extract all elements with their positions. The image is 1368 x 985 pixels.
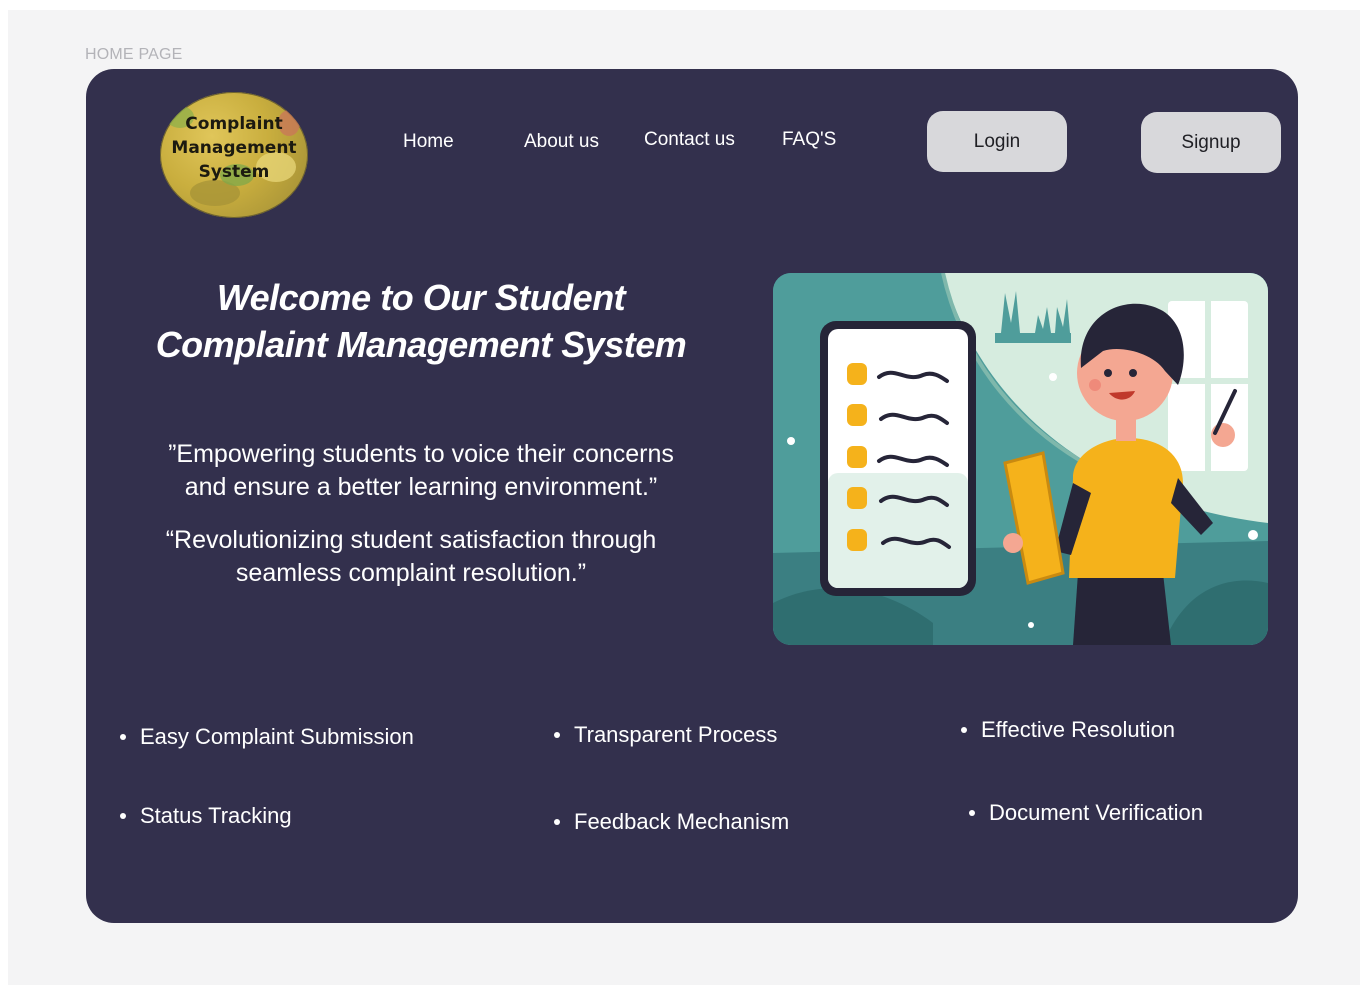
hero-quote-2: “Revolutionizing student satisfaction th… <box>116 524 706 590</box>
hero-illustration-svg <box>773 273 1268 645</box>
feature-label: Effective Resolution <box>981 717 1176 742</box>
frame-label: HOME PAGE <box>85 46 183 63</box>
quote-line: ”Empowering students to voice their conc… <box>168 440 674 468</box>
nav-contact-link[interactable]: Contact us <box>644 129 735 151</box>
bullet-icon <box>120 734 126 740</box>
hero-title-line: Welcome to Our Student <box>216 277 626 318</box>
feature-label: Document Verification <box>989 800 1203 825</box>
nav-faq-link[interactable]: FAQ'S <box>782 129 836 151</box>
nav-about-link[interactable]: About us <box>524 131 599 153</box>
logo-line: System <box>198 162 270 182</box>
feature-item: Document Verification <box>969 800 1203 826</box>
nav-home-link[interactable]: Home <box>403 131 454 153</box>
bullet-icon <box>969 810 975 816</box>
feature-label: Transparent Process <box>574 722 778 747</box>
quote-line: seamless complaint resolution.” <box>235 559 587 587</box>
quote-line: “Revolutionizing student satisfaction th… <box>165 526 657 554</box>
logo[interactable]: Complaint Management System <box>160 92 308 218</box>
feature-label: Status Tracking <box>140 803 292 828</box>
feature-item: Feedback Mechanism <box>554 809 789 835</box>
logo-text: Complaint Management System <box>160 112 308 184</box>
hero-title-line: Complaint Management System <box>155 324 687 365</box>
feature-item: Status Tracking <box>120 803 292 829</box>
quote-line: and ensure a better learning environment… <box>184 473 658 501</box>
signup-button[interactable]: Signup <box>1141 112 1281 173</box>
bullet-icon <box>554 732 560 738</box>
hero-title: Welcome to Our Student Complaint Managem… <box>126 274 716 368</box>
bullet-icon <box>961 727 967 733</box>
feature-item: Easy Complaint Submission <box>120 724 414 750</box>
logo-line: Management <box>171 138 297 158</box>
bullet-icon <box>120 813 126 819</box>
feature-item: Effective Resolution <box>961 717 1175 743</box>
hero-illustration <box>773 273 1268 645</box>
feature-label: Feedback Mechanism <box>574 809 790 834</box>
login-button[interactable]: Login <box>927 111 1067 172</box>
feature-label: Easy Complaint Submission <box>140 724 414 749</box>
logo-line: Complaint <box>185 114 283 134</box>
home-page-frame: Complaint Management System Home About u… <box>86 69 1298 923</box>
bullet-icon <box>554 819 560 825</box>
feature-item: Transparent Process <box>554 722 777 748</box>
hero-quote-1: ”Empowering students to voice their conc… <box>126 438 716 504</box>
